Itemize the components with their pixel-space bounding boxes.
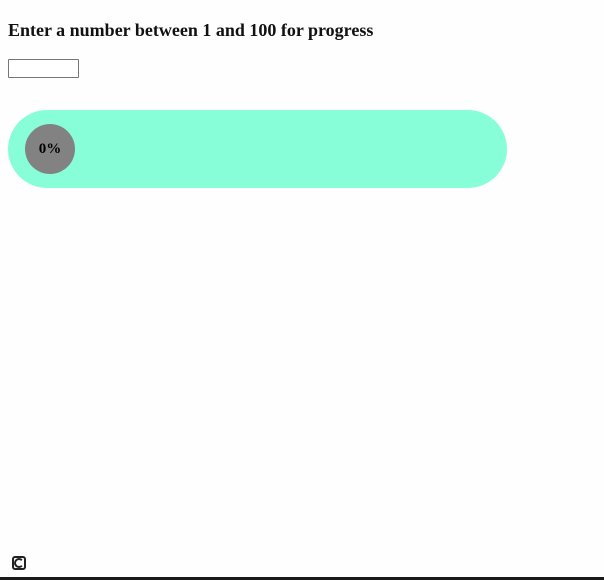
progress-number-input[interactable] bbox=[8, 59, 79, 78]
page-title: Enter a number between 1 and 100 for pro… bbox=[8, 20, 374, 40]
screen-capture-icon-glyph bbox=[14, 558, 24, 568]
progress-percent-label: 0% bbox=[38, 140, 62, 157]
progress-track: 0% bbox=[8, 110, 507, 188]
screen-capture-icon[interactable] bbox=[12, 556, 26, 570]
progress-page: Enter a number between 1 and 100 for pro… bbox=[0, 0, 604, 580]
progress-indicator: 0% bbox=[25, 124, 75, 174]
